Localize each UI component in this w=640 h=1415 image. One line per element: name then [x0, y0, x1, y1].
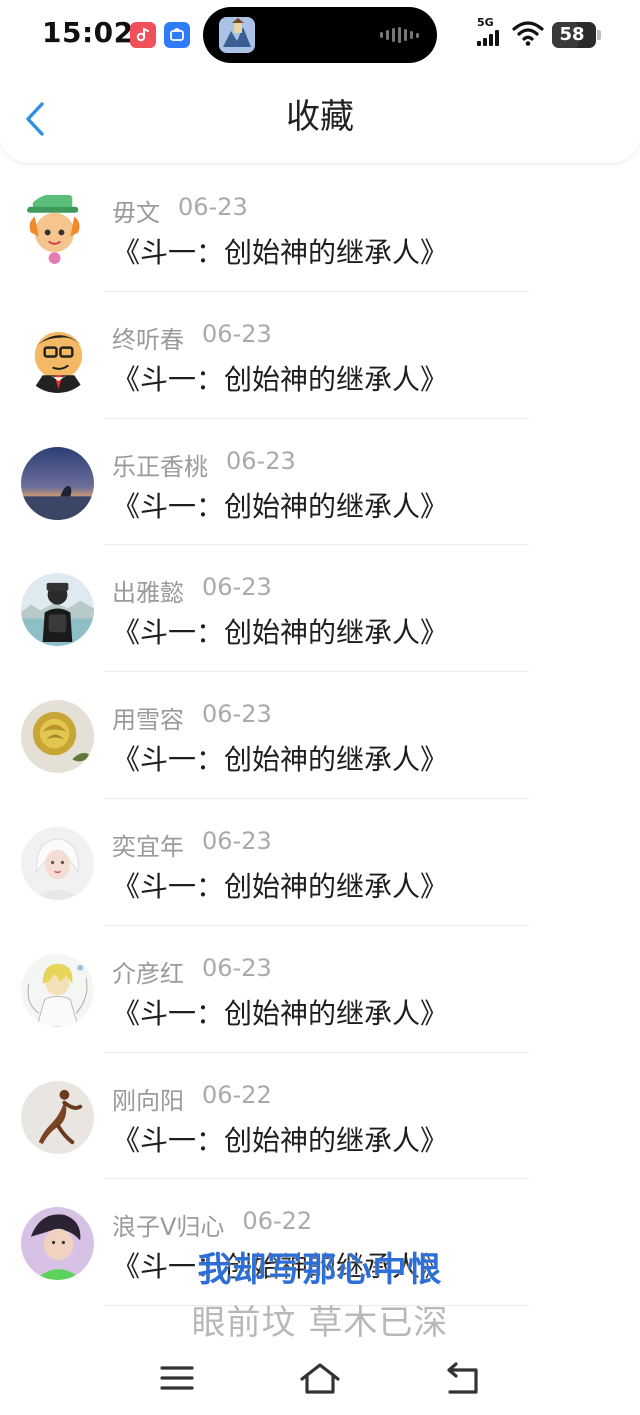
user-avatar[interactable]	[21, 1080, 94, 1154]
status-time: 15:02	[42, 16, 134, 49]
user-avatar[interactable]	[21, 319, 94, 393]
favorite-date: 06-22	[202, 1080, 272, 1109]
row-meta: 乐正香桃 06-23	[112, 447, 296, 482]
user-name: 用雪容	[112, 706, 184, 735]
back-button[interactable]	[14, 98, 56, 140]
book-title: 《斗一：创始神的继承人》	[112, 996, 449, 1030]
system-back-button[interactable]	[438, 1358, 486, 1398]
user-name: 终听春	[112, 325, 184, 354]
dynamic-island[interactable]	[203, 7, 437, 63]
battery-tip	[597, 30, 601, 40]
user-name: 毋文	[112, 199, 160, 227]
user-avatar[interactable]	[21, 446, 94, 520]
menu-button[interactable]	[153, 1358, 201, 1398]
favorite-date: 06-23	[202, 700, 272, 729]
user-name: 浪子V归心	[112, 1213, 225, 1242]
favorite-row[interactable]: 毋文 06-23 《斗一：创始神的继承人》	[0, 165, 640, 292]
system-nav-bar	[0, 1340, 640, 1415]
row-meta: 终听春 06-23	[112, 320, 272, 355]
user-avatar[interactable]	[21, 573, 94, 647]
book-title: 《斗一：创始神的继承人》	[112, 1123, 449, 1157]
user-name: 乐正香桃	[112, 452, 208, 481]
battery-indicator: 58	[552, 22, 596, 48]
user-name: 介彦红	[112, 959, 184, 988]
favorite-row[interactable]: 终听春 06-23 《斗一：创始神的继承人》	[0, 292, 640, 419]
favorite-date: 06-23	[202, 953, 272, 982]
audio-waveform-icon	[380, 27, 419, 43]
favorite-date: 06-23	[202, 826, 272, 855]
user-avatar[interactable]	[21, 700, 94, 774]
favorite-date: 06-23	[178, 193, 248, 221]
store-app-notification-icon	[164, 22, 190, 48]
favorite-row[interactable]: 乐正香桃 06-23 《斗一：创始神的继承人》	[0, 419, 640, 546]
row-meta: 刚向阳 06-22	[112, 1081, 272, 1116]
menu-icon	[160, 1366, 194, 1390]
book-title: 《斗一：创始神的继承人》	[112, 743, 449, 777]
row-meta: 介彦红 06-23	[112, 954, 272, 989]
home-icon	[300, 1363, 340, 1394]
user-avatar[interactable]	[21, 826, 94, 900]
cellular-signal-icon	[477, 30, 499, 46]
row-meta: 出雅懿 06-23	[112, 573, 272, 608]
user-name: 奕宜年	[112, 832, 184, 861]
music-app-notification-icon	[130, 22, 156, 48]
book-title: 《斗一：创始神的继承人》	[112, 616, 449, 650]
back-arrow-icon	[447, 1362, 478, 1394]
status-bar: 15:02 5G 58	[0, 0, 640, 70]
favorite-date: 06-23	[202, 573, 272, 602]
phone-screen: 15:02 5G 58 收藏 毋文 06-23 《斗一：创始神的继承人》 终听春…	[0, 0, 640, 1415]
page-title: 收藏	[286, 97, 354, 137]
favorite-row[interactable]: 介彦红 06-23 《斗一：创始神的继承人》	[0, 926, 640, 1053]
book-title: 《斗一：创始神的继承人》	[112, 489, 449, 523]
user-avatar[interactable]	[21, 953, 94, 1027]
network-type-label: 5G	[477, 16, 494, 29]
lyric-current-line[interactable]: 我却写那心中恨	[0, 1242, 640, 1291]
nav-bar: 收藏	[0, 70, 640, 164]
book-title: 《斗一：创始神的继承人》	[112, 869, 449, 903]
favorite-date: 06-22	[242, 1207, 313, 1236]
favorite-date: 06-23	[202, 319, 272, 348]
favorite-row[interactable]: 出雅懿 06-23 《斗一：创始神的继承人》	[0, 545, 640, 673]
user-name: 刚向阳	[112, 1086, 184, 1115]
row-meta: 奕宜年 06-23	[112, 827, 272, 862]
battery-level-text: 58	[559, 24, 585, 45]
wifi-icon	[512, 20, 544, 50]
row-meta: 用雪容 06-23	[112, 700, 272, 735]
home-button[interactable]	[296, 1358, 344, 1398]
favorites-list[interactable]: 毋文 06-23 《斗一：创始神的继承人》 终听春 06-23 《斗一：创始神的继承人》乐…	[0, 165, 640, 1340]
favorite-date: 06-23	[226, 446, 296, 475]
favorite-row[interactable]: 用雪容 06-23 《斗一：创始神的继承人》	[0, 672, 640, 799]
user-avatar[interactable]	[21, 193, 94, 266]
favorite-row[interactable]: 刚向阳 06-22 《斗一：创始神的继承人》	[0, 1053, 640, 1180]
row-meta: 浪子V归心 06-22	[112, 1207, 312, 1242]
row-meta: 毋文 06-23	[112, 193, 248, 228]
book-title: 《斗一：创始神的继承人》	[112, 362, 449, 396]
book-title: 《斗一：创始神的继承人》	[112, 236, 449, 269]
lyric-next-line[interactable]: 眼前坟 草木已深	[0, 1295, 640, 1344]
user-name: 出雅懿	[112, 579, 184, 608]
favorite-row[interactable]: 奕宜年 06-23 《斗一：创始神的继承人》	[0, 799, 640, 926]
now-playing-artwork	[219, 17, 255, 53]
chevron-left-icon	[26, 102, 44, 136]
